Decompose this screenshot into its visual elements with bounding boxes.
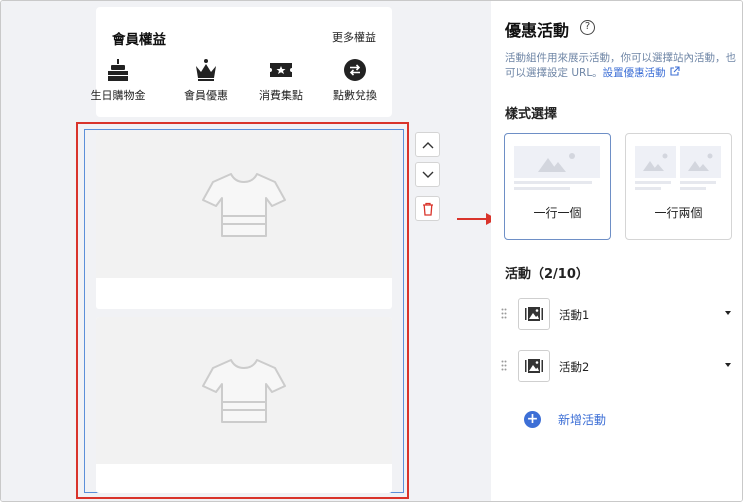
activity-thumbnail[interactable]: [518, 350, 550, 382]
add-activity-button[interactable]: + 新增活動: [524, 410, 606, 428]
benefit-member-discount[interactable]: 會員優惠: [171, 57, 241, 103]
panel-description: 活動組件用來展示活動，你可以選擇站內活動，也可以選擇設定 URL。設置優惠活動: [505, 51, 737, 81]
benefit-label: 消費集點: [259, 89, 303, 102]
image-icon: [525, 359, 543, 373]
member-benefits-card: 會員權益 更多權益 生日購物金 會員優惠 消費集點 點數兌換: [91, 7, 392, 117]
placeholder-image: [96, 317, 392, 464]
placeholder-image: [96, 131, 392, 278]
activity-item[interactable]: 活動2: [491, 350, 742, 384]
preview-canvas: 會員權益 更多權益 生日購物金 會員優惠 消費集點 點數兌換: [1, 1, 497, 501]
tshirt-icon: [202, 358, 286, 423]
crown-icon: [171, 57, 241, 83]
benefit-birthday[interactable]: 生日購物金: [83, 57, 153, 103]
benefit-redeem-points[interactable]: 點數兌換: [320, 57, 390, 103]
more-benefits-link[interactable]: 更多權益: [332, 29, 376, 45]
settings-panel: 優惠活動 ? 活動組件用來展示活動，你可以選擇站內活動，也可以選擇設定 URL。…: [491, 1, 742, 501]
setup-promotion-link[interactable]: 設置優惠活動: [603, 67, 666, 79]
delete-button[interactable]: [415, 196, 440, 221]
trash-icon: [422, 202, 433, 216]
add-activity-label: 新增活動: [558, 412, 607, 427]
help-icon[interactable]: ?: [580, 20, 595, 35]
exchange-icon: [320, 57, 390, 83]
style-option-single[interactable]: 一行一個: [504, 133, 611, 240]
promo-card[interactable]: [96, 317, 392, 493]
external-link-icon: [670, 66, 680, 76]
app-frame: 會員權益 更多權益 生日購物金 會員優惠 消費集點 點數兌換 優惠活動 ? 活動…: [0, 0, 743, 502]
cake-icon: [83, 57, 153, 83]
benefit-label: 點數兌換: [333, 89, 377, 102]
activities-section-title: 活動（2/10）: [505, 267, 589, 282]
chevron-down-icon: [422, 171, 433, 178]
style-option-label: 一行兩個: [654, 206, 703, 220]
drag-handle-icon[interactable]: [501, 308, 507, 319]
image-icon: [525, 307, 543, 321]
member-benefits-title: 會員權益: [112, 32, 166, 48]
activity-thumbnail[interactable]: [518, 298, 550, 330]
benefit-collect-points[interactable]: 消費集點: [246, 57, 316, 103]
caret-down-icon[interactable]: [725, 363, 731, 367]
promo-card[interactable]: [96, 131, 392, 309]
drag-handle-icon[interactable]: [501, 360, 507, 371]
benefit-label: 生日購物金: [90, 89, 146, 102]
layout-double-preview: [635, 146, 721, 190]
layout-single-preview: [514, 146, 600, 190]
activity-item[interactable]: 活動1: [491, 298, 742, 332]
plus-circle-icon: +: [524, 410, 541, 428]
benefit-label: 會員優惠: [184, 89, 228, 102]
style-section-title: 樣式選擇: [505, 107, 558, 122]
style-option-label: 一行一個: [533, 206, 582, 220]
panel-title: 優惠活動: [505, 21, 570, 40]
tshirt-icon: [202, 172, 286, 237]
move-down-button[interactable]: [415, 162, 440, 187]
activity-label: 活動2: [559, 360, 590, 374]
style-option-double[interactable]: 一行兩個: [625, 133, 732, 240]
move-up-button[interactable]: [415, 132, 440, 157]
ticket-star-icon: [246, 57, 316, 83]
caret-down-icon[interactable]: [725, 311, 731, 315]
activity-label: 活動1: [559, 308, 590, 322]
chevron-up-icon: [422, 141, 433, 148]
